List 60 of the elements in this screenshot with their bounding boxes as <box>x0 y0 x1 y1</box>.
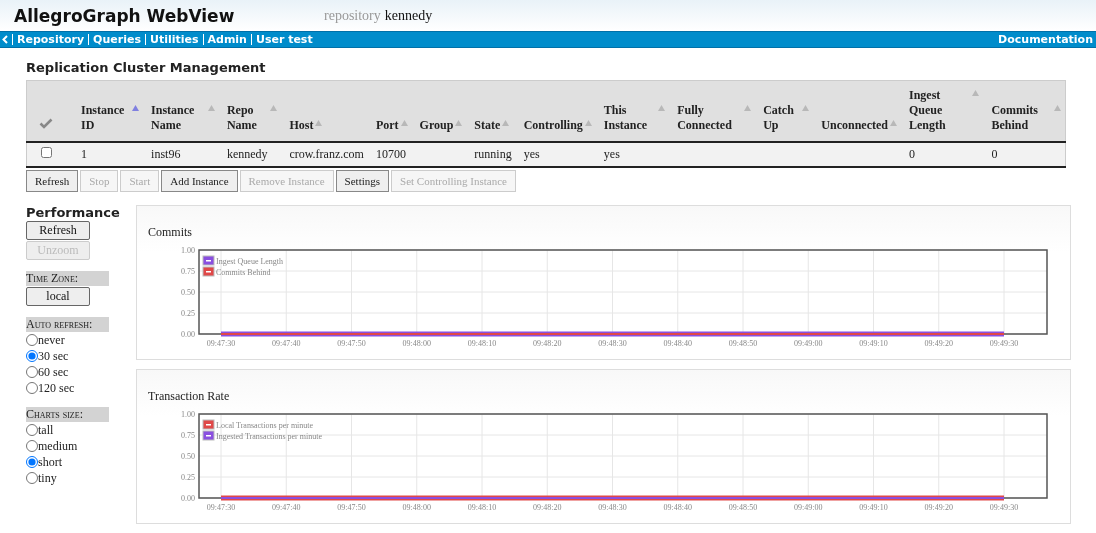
y-tick-label: 1.00 <box>181 410 195 419</box>
table-cell: inst96 <box>151 147 181 161</box>
table-cell: running <box>474 147 512 161</box>
x-tick-label: 09:49:00 <box>794 339 823 348</box>
table-cell: 1 <box>81 147 87 161</box>
x-tick-label: 09:47:40 <box>272 339 301 348</box>
table-cell: yes <box>603 147 620 161</box>
app-title: AllegroGraph WebView <box>14 5 236 26</box>
x-tick-label: 09:48:10 <box>467 503 497 512</box>
x-tick-label: 09:49:10 <box>859 339 888 348</box>
table-cell: yes <box>523 147 540 161</box>
table-cell: 10700 <box>375 147 406 161</box>
x-tick-label: 09:48:10 <box>467 339 497 348</box>
y-tick-label: 0.75 <box>181 267 195 276</box>
x-tick-label: 09:49:10 <box>859 503 888 512</box>
y-tick-label: 0.75 <box>181 431 195 440</box>
y-tick-label: 1.00 <box>181 246 195 255</box>
x-tick-label: 09:49:20 <box>924 339 953 348</box>
repository-name: kennedy <box>384 7 433 23</box>
x-tick-label: 09:49:20 <box>924 503 953 512</box>
y-tick-label: 0.25 <box>181 309 195 318</box>
x-tick-label: 09:47:30 <box>206 339 236 348</box>
x-tick-label: 09:48:40 <box>663 339 692 348</box>
table-cell: 0 <box>991 147 998 161</box>
y-tick-label: 0.50 <box>181 452 195 461</box>
y-tick-label: 0.00 <box>181 494 195 503</box>
x-tick-label: 09:49:00 <box>794 503 823 512</box>
x-tick-label: 09:48:40 <box>663 503 692 512</box>
table-cell: kennedy <box>226 147 268 161</box>
x-tick-label: 09:48:30 <box>598 339 627 348</box>
y-tick-label: 0.50 <box>181 288 195 297</box>
time-zone-label: Time Zone: <box>26 271 109 286</box>
group-label: Auto refresh: <box>26 317 109 332</box>
x-tick-label: 09:48:20 <box>533 503 562 512</box>
x-tick-label: 09:47:50 <box>337 339 366 348</box>
section-title: Replication Cluster Management <box>26 60 267 75</box>
y-tick-label: 0.25 <box>181 473 195 482</box>
table-cell: crow.franz.com <box>289 147 364 161</box>
x-tick-label: 09:48:50 <box>728 339 758 348</box>
legend-label: Ingested Transactions per minute <box>216 432 322 441</box>
table-cell: 0 <box>908 147 915 161</box>
legend-label: Ingest Queue Length <box>216 257 284 266</box>
x-tick-label: 09:47:30 <box>206 503 236 512</box>
section-title: Performance <box>26 205 120 220</box>
x-tick-label: 09:47:40 <box>272 503 301 512</box>
chart-title: Commits <box>148 225 193 240</box>
legend-label: Local Transactions per minute <box>216 421 314 430</box>
chart-title: Transaction Rate <box>148 389 231 404</box>
repository-label: repository <box>324 7 381 23</box>
x-tick-label: 09:48:00 <box>402 339 431 348</box>
x-tick-label: 09:48:50 <box>728 503 758 512</box>
x-tick-label: 09:48:30 <box>598 503 627 512</box>
x-tick-label: 09:48:00 <box>402 503 431 512</box>
x-tick-label: 09:48:20 <box>533 339 562 348</box>
y-tick-label: 0.00 <box>181 330 195 339</box>
x-tick-label: 09:47:50 <box>337 503 366 512</box>
legend-label: Commits Behind <box>216 268 271 277</box>
x-tick-label: 09:49:30 <box>989 339 1019 348</box>
group-label: Charts size: <box>26 407 109 422</box>
x-tick-label: 09:49:30 <box>989 503 1019 512</box>
